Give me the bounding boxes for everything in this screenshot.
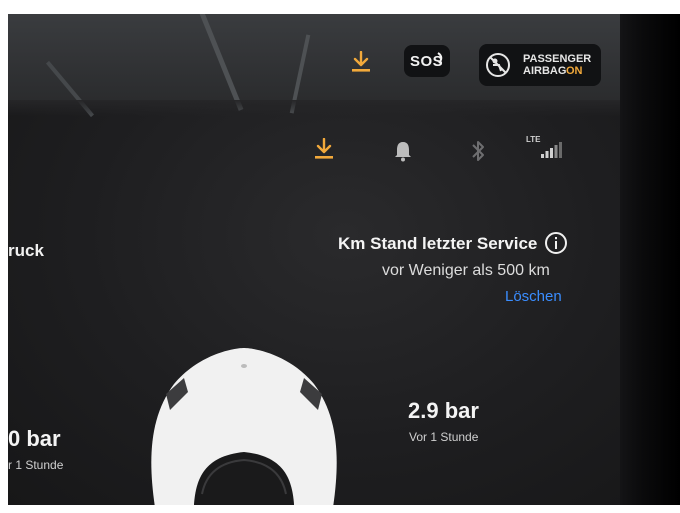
reset-service-link[interactable]: Löschen	[505, 288, 562, 305]
airbag-line1: PASSENGER	[523, 53, 592, 65]
airbag-line2: AIRBAG	[523, 65, 567, 77]
photo-frame-top	[0, 0, 680, 14]
map-shadow	[8, 100, 620, 116]
service-title: Km Stand letzter Service	[338, 234, 538, 253]
tire-time-left: r 1 Stunde	[8, 458, 64, 472]
sos-button[interactable]: SOS	[404, 45, 450, 77]
service-subtitle: vor Weniger als 500 km	[382, 262, 550, 279]
tire-time-right: Vor 1 Stunde	[409, 430, 479, 444]
phone-icon	[436, 51, 446, 69]
info-icon[interactable]	[544, 231, 568, 260]
touchscreen: SOS PASSENGER AIRBAG ON LTE ruck Km Stan…	[8, 14, 620, 505]
airbag-state: ON	[566, 65, 583, 77]
photo-frame-bottom	[0, 505, 680, 513]
download-icon[interactable]	[351, 50, 371, 78]
bell-icon[interactable]	[394, 140, 412, 167]
map-road	[197, 14, 244, 111]
signal-icon	[541, 142, 563, 163]
car-top-view	[144, 344, 344, 505]
bluetooth-icon[interactable]	[470, 139, 486, 168]
screen-bezel	[620, 14, 680, 505]
passenger-airbag-indicator: PASSENGER AIRBAG ON	[479, 44, 601, 86]
tire-pressure-right: 2.9 bar	[408, 398, 479, 423]
software-update-icon[interactable]	[314, 137, 334, 165]
truncated-label: ruck	[8, 241, 44, 260]
photo-frame-left	[0, 0, 8, 513]
airbag-icon	[485, 52, 511, 83]
lte-label: LTE	[526, 135, 541, 144]
tire-pressure-left: 0 bar	[8, 426, 61, 451]
